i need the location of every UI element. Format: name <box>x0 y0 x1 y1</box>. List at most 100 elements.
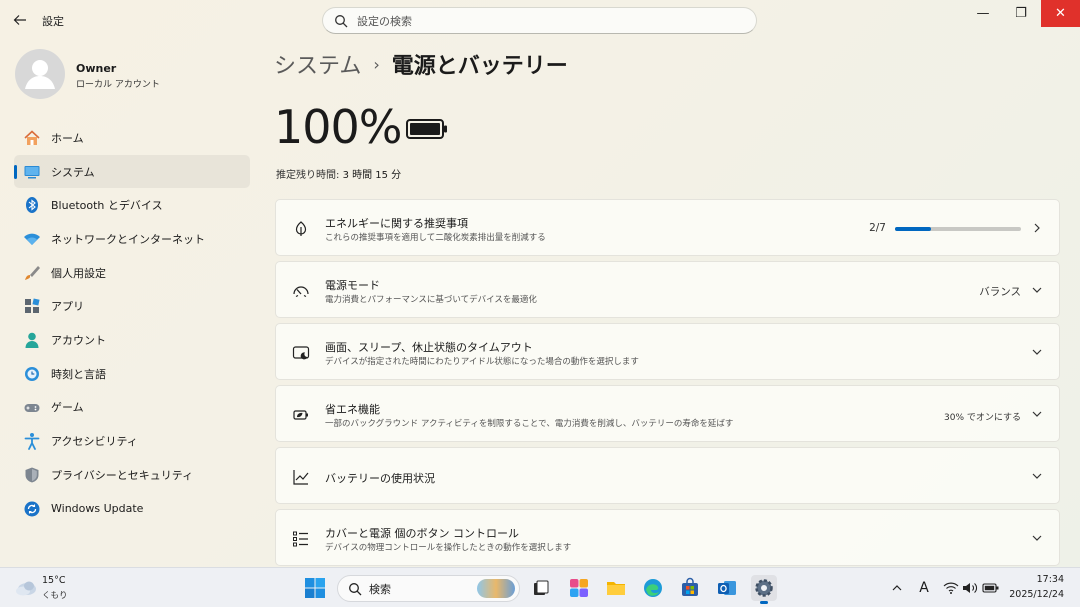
back-button[interactable] <box>8 8 32 32</box>
maximize-button[interactable]: ❐ <box>1002 0 1040 27</box>
back-arrow-icon <box>13 15 26 25</box>
taskbar-search[interactable]: 検索 <box>337 575 520 602</box>
card-title: バッテリーの使用状況 <box>325 472 435 485</box>
edge-browser-app[interactable] <box>640 575 666 601</box>
battery-full-icon <box>406 119 447 139</box>
card-title: 省エネ機能 <box>325 403 380 416</box>
home-icon <box>23 129 41 147</box>
update-icon <box>23 500 41 518</box>
user-silhouette-icon <box>25 60 55 89</box>
power-mode-dropdown[interactable]: バランス <box>979 284 1021 299</box>
sidebar-item-network[interactable]: ネットワークとインターネット <box>14 222 250 256</box>
card-description: デバイスの物理コントロールを操作したときの動作を選択します <box>325 543 572 553</box>
taskbar: 15°C くもり 検索 A 17:34 2025/12/24 <box>0 567 1080 607</box>
outlook-icon <box>718 581 736 595</box>
chevron-up-icon <box>892 585 902 591</box>
sidebar-nav: ホーム システム Bluetooth とデバイス ネットワークとインターネット … <box>14 121 250 525</box>
settings-app[interactable] <box>751 575 777 604</box>
chevron-down-icon <box>1029 282 1045 298</box>
energy-recommendations-card[interactable]: エネルギーに関する推奨事項 これらの推奨事項を適用して二酸化炭素排出量を削減する… <box>275 199 1060 256</box>
sidebar-item-accessibility[interactable]: アクセシビリティ <box>14 424 250 458</box>
wifi-icon[interactable] <box>942 579 960 597</box>
profile-account-type: ローカル アカウント <box>76 80 160 90</box>
close-button[interactable]: ✕ <box>1041 0 1080 27</box>
copilot-icon <box>570 579 588 597</box>
system-icon <box>23 163 41 181</box>
screen-sleep-icon <box>291 343 311 363</box>
card-title: 画面、スリープ、休止状態のタイムアウト <box>325 341 533 354</box>
apps-icon <box>23 297 41 315</box>
weather-temperature[interactable]: 15°C <box>42 575 65 586</box>
leaf-icon <box>291 219 311 239</box>
sidebar-item-label: ホーム <box>51 131 84 145</box>
sidebar-item-label: ネットワークとインターネット <box>51 232 205 246</box>
sidebar-item-personalization[interactable]: 個人用設定 <box>14 256 250 290</box>
show-hidden-icons-button[interactable] <box>888 579 906 597</box>
file-explorer-app[interactable] <box>603 575 629 601</box>
remaining-time: 推定残り時間: 3 時間 15 分 <box>276 166 401 181</box>
chevron-down-icon <box>1029 530 1045 546</box>
search-icon <box>335 15 348 28</box>
minimize-button[interactable]: — <box>964 0 1002 27</box>
card-title: エネルギーに関する推奨事項 <box>325 217 468 230</box>
clock-date[interactable]: 2025/12/24 <box>1009 589 1064 600</box>
sidebar-item-windows-update[interactable]: Windows Update <box>14 492 250 526</box>
microsoft-store-app[interactable] <box>677 575 703 601</box>
store-icon <box>682 577 698 596</box>
battery-tray-icon[interactable] <box>982 579 1000 597</box>
time-language-icon <box>23 365 41 383</box>
cloudy-weather-icon[interactable] <box>14 577 38 599</box>
battery-usage-card[interactable]: バッテリーの使用状況 <box>275 447 1060 504</box>
copilot-app[interactable] <box>566 575 592 601</box>
chevron-down-icon <box>1029 406 1045 422</box>
sidebar-item-gaming[interactable]: ゲーム <box>14 391 250 425</box>
sidebar-item-bluetooth[interactable]: Bluetooth とデバイス <box>14 188 250 222</box>
accessibility-icon <box>23 432 41 451</box>
sidebar-item-apps[interactable]: アプリ <box>14 289 250 323</box>
clock-time[interactable]: 17:34 <box>1037 574 1064 585</box>
sidebar-item-accounts[interactable]: アカウント <box>14 323 250 357</box>
sidebar-item-system[interactable]: システム <box>14 154 250 189</box>
card-description: 一部のバックグラウンド アクティビティを制限することで、電力消費を削減し、バッテ… <box>325 419 734 429</box>
ime-mode-indicator[interactable]: A <box>915 579 933 597</box>
task-view-button[interactable] <box>528 575 554 601</box>
lid-power-buttons-card[interactable]: カバーと電源 個のボタン コントロール デバイスの物理コントロールを操作したとき… <box>275 509 1060 566</box>
power-settings-list: エネルギーに関する推奨事項 これらの推奨事項を適用して二酸化炭素排出量を削減する… <box>275 199 1060 571</box>
power-mode-gauge-icon <box>291 281 311 301</box>
recommendations-progress-bar <box>895 227 1021 231</box>
power-mode-card[interactable]: 電源モード 電力消費とパフォーマンスに基づいてデバイスを最適化 バランス <box>275 261 1060 318</box>
remaining-time-label: 推定残り時間: <box>276 170 340 181</box>
sidebar-item-label: 時刻と言語 <box>51 367 106 381</box>
volume-icon[interactable] <box>961 579 979 597</box>
card-title: 電源モード <box>325 279 380 292</box>
chevron-down-icon <box>1029 468 1045 484</box>
bluetooth-icon <box>23 196 41 214</box>
network-icon <box>23 230 41 248</box>
energy-saver-battery-icon <box>291 405 311 425</box>
settings-window: 設定 設定の検索 — ❐ ✕ Owner ローカル アカウント ホーム システム… <box>0 0 1080 567</box>
sidebar-item-time-language[interactable]: 時刻と言語 <box>14 357 250 391</box>
breadcrumb-parent[interactable]: システム <box>274 54 361 79</box>
energy-saver-card[interactable]: 省エネ機能 一部のバックグラウンド アクティビティを制限することで、電力消費を削… <box>275 385 1060 442</box>
recommendations-progress-label: 2/7 <box>869 222 886 234</box>
card-description: これらの推奨事項を適用して二酸化炭素排出量を削減する <box>325 233 546 243</box>
account-icon <box>23 331 41 349</box>
chevron-right-icon <box>1029 220 1045 236</box>
start-button[interactable] <box>303 576 327 600</box>
usage-chart-icon <box>291 467 311 487</box>
outlook-app[interactable] <box>714 575 740 601</box>
settings-search-input[interactable]: 設定の検索 <box>322 7 757 34</box>
weather-condition[interactable]: くもり <box>42 589 68 601</box>
sidebar-item-privacy-security[interactable]: プライバシーとセキュリティ <box>14 458 250 492</box>
chevron-down-icon <box>1029 344 1045 360</box>
screen-sleep-timeout-card[interactable]: 画面、スリープ、休止状態のタイムアウト デバイスが指定された時間にわたりアイドル… <box>275 323 1060 380</box>
page-title: 電源とバッテリー <box>391 54 568 79</box>
sidebar-item-label: 個人用設定 <box>51 266 106 280</box>
card-title: カバーと電源 個のボタン コントロール <box>325 527 519 540</box>
sidebar-item-label: Windows Update <box>51 501 144 515</box>
sidebar-item-home[interactable]: ホーム <box>14 121 250 155</box>
profile-name: Owner <box>76 62 117 75</box>
sidebar-item-label: システム <box>51 165 95 179</box>
battery-percentage: 100% <box>274 100 403 154</box>
breadcrumb: システム › 電源とバッテリー <box>274 48 568 80</box>
